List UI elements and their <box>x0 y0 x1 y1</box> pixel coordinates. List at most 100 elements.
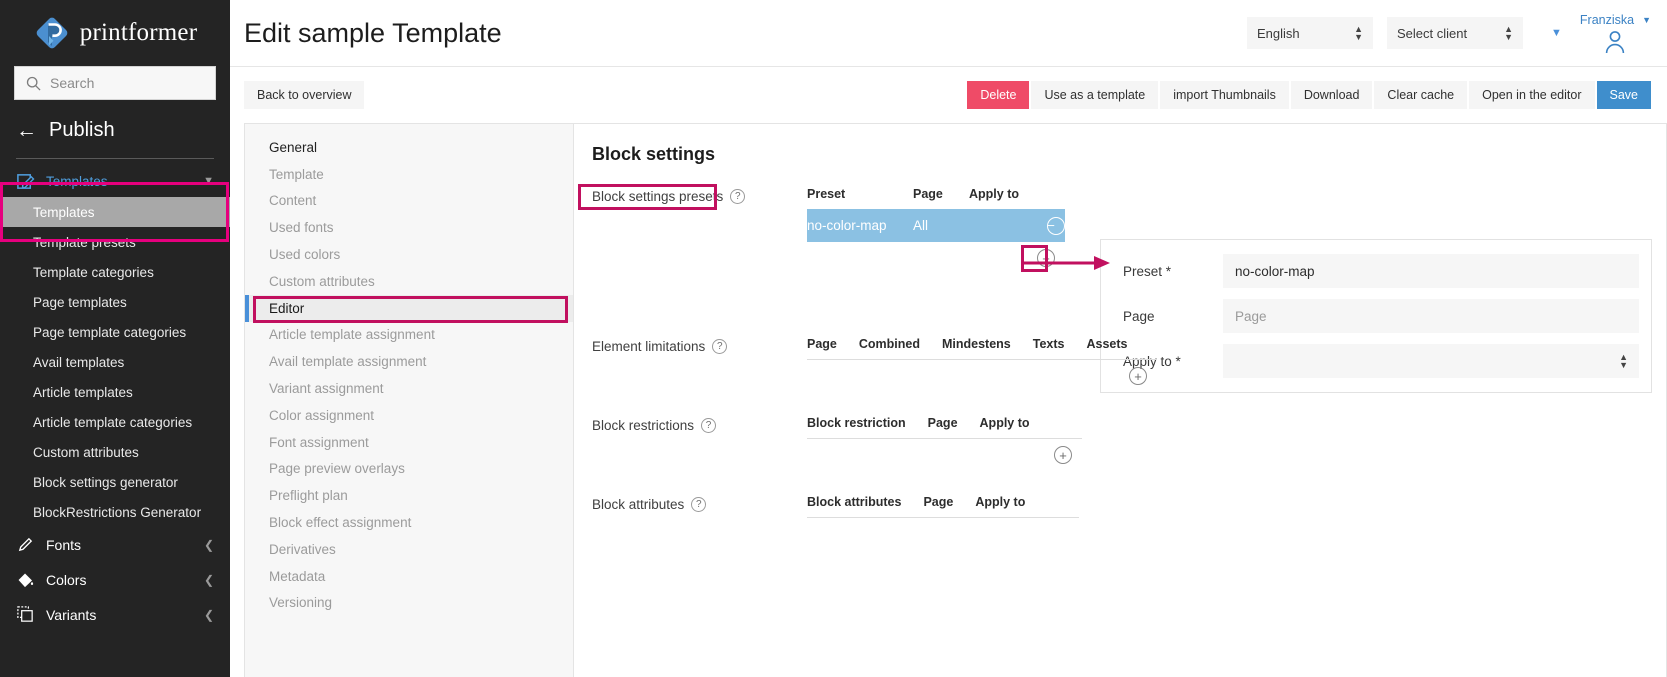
subnav-item-variant-assignment[interactable]: Variant assignment <box>245 375 573 402</box>
sidebar-group-templates[interactable]: Templates ▼ <box>0 165 230 197</box>
help-icon[interactable]: ? <box>691 497 707 512</box>
subnav-item-custom-attributes[interactable]: Custom attributes <box>245 268 573 295</box>
subnav-item-versioning[interactable]: Versioning <box>245 590 573 617</box>
sidebar-item-templates[interactable]: Templates <box>0 197 230 227</box>
subnav-item-editor[interactable]: Editor <box>245 294 573 322</box>
brand-name: printformer <box>79 19 198 46</box>
sidebar-item-colors[interactable]: Colors ❮ <box>0 562 230 597</box>
client-select[interactable]: Select client ▲ ▼ <box>1387 17 1523 49</box>
copy-frame-icon <box>16 605 35 624</box>
open-in-editor-button[interactable]: Open in the editor <box>1469 81 1595 109</box>
caret-down-icon[interactable]: ▼ <box>1551 27 1562 39</box>
el-col-assets: Assets <box>1086 337 1128 351</box>
search-input[interactable]: Search <box>14 66 216 100</box>
subnav-item-label: Custom attributes <box>269 273 375 289</box>
help-icon[interactable]: ? <box>730 189 746 204</box>
sidebar-item-blockrestrictions-generator[interactable]: BlockRestrictions Generator <box>0 497 230 527</box>
sidebar-item-label: Article templates <box>33 384 133 400</box>
element-limitations-table-header: Page Combined Mindestens Texts Assets <box>807 337 1157 359</box>
content-area: General Template Content Used fonts Used… <box>230 123 1667 677</box>
sidebar-item-template-categories[interactable]: Template categories <box>0 257 230 287</box>
sidebar-item-variants[interactable]: Variants ❮ <box>0 597 230 632</box>
chevron-down-icon[interactable]: ▼ <box>203 175 214 187</box>
download-button[interactable]: Download <box>1290 81 1373 109</box>
subnav-item-general[interactable]: General <box>245 134 573 161</box>
sidebar-item-label: Colors <box>46 571 87 588</box>
subnav-item-template[interactable]: Template <box>245 161 573 188</box>
user-menu[interactable]: Franziska ▼ <box>1580 13 1651 54</box>
publish-back-link[interactable]: ← Publish <box>0 100 230 154</box>
sidebar-item-label: Article template categories <box>33 414 193 430</box>
sidebar-item-page-template-categories[interactable]: Page template categories <box>0 317 230 347</box>
brand-logo[interactable]: printformer <box>0 0 230 66</box>
sidebar-item-article-templates[interactable]: Article templates <box>0 377 230 407</box>
subnav-item-avail-template-assignment[interactable]: Avail template assignment <box>245 348 573 375</box>
sidebar-item-template-presets[interactable]: Template presets <box>0 227 230 257</box>
subnav-item-label: Content <box>269 193 317 209</box>
page-field-input[interactable]: Page <box>1223 299 1639 333</box>
sidebar-item-fonts[interactable]: Fonts ❮ <box>0 527 230 562</box>
preset-field-label: Preset * <box>1123 263 1172 279</box>
main-area: Edit sample Template English ▲ ▼ Select c… <box>230 0 1667 677</box>
chevron-right-icon[interactable]: ❮ <box>204 573 214 587</box>
block-restrictions-add-row: + <box>807 439 1082 471</box>
select-arrows-icon: ▲ ▼ <box>1354 24 1363 42</box>
help-icon[interactable]: ? <box>701 418 717 433</box>
chevron-right-icon[interactable]: ❮ <box>204 538 214 552</box>
app-root: printformer Search ← Publish Templates ▼… <box>0 0 1667 677</box>
section-element-limitations: Element limitations ? Page Combined Mind… <box>592 337 1652 392</box>
subnav-item-metadata[interactable]: Metadata <box>245 563 573 590</box>
subnav-item-used-colors[interactable]: Used colors <box>245 241 573 268</box>
delete-button[interactable]: Delete <box>967 81 1030 109</box>
subnav-item-content[interactable]: Content <box>245 188 573 215</box>
action-toolbar: Back to overview Delete Use as a templat… <box>230 67 1667 123</box>
preset-row-page: All <box>913 218 929 233</box>
publish-label: Publish <box>49 119 115 141</box>
back-to-overview-button[interactable]: Back to overview <box>244 81 365 109</box>
subnav-item-article-template-assignment[interactable]: Article template assignment <box>245 322 573 349</box>
paint-bucket-icon <box>16 570 35 589</box>
sidebar-item-label: BlockRestrictions Generator <box>33 504 202 520</box>
import-thumbnails-button[interactable]: import Thumbnails <box>1160 81 1289 109</box>
clear-cache-button[interactable]: Clear cache <box>1374 81 1468 109</box>
minus-circle-icon[interactable]: − <box>1047 216 1065 235</box>
subnav-item-page-preview-overlays[interactable]: Page preview overlays <box>245 456 573 483</box>
block-attributes-rule <box>807 517 1079 518</box>
section-block-settings-presets: Block settings presets ? Preset Page App… <box>592 187 1652 393</box>
select-arrows-icon: ▲ ▼ <box>1504 24 1513 42</box>
user-avatar-icon <box>1602 28 1628 54</box>
subnav-item-font-assignment[interactable]: Font assignment <box>245 429 573 456</box>
presets-col-preset: Preset <box>807 187 846 201</box>
chevron-right-icon[interactable]: ❮ <box>204 608 214 622</box>
sidebar-item-page-templates[interactable]: Page templates <box>0 287 230 317</box>
help-icon[interactable]: ? <box>712 339 728 354</box>
preset-field-input[interactable]: no-color-map <box>1223 254 1639 288</box>
sidebar-item-avail-templates[interactable]: Avail templates <box>0 347 230 377</box>
language-select[interactable]: English ▲ ▼ <box>1247 17 1373 49</box>
subnav-item-label: Editor <box>269 300 305 316</box>
block-settings-presets-label: Block settings presets <box>592 189 724 204</box>
use-as-template-button[interactable]: Use as a template <box>1031 81 1159 109</box>
block-attributes-table-header: Block attributes Page Apply to <box>807 495 1079 517</box>
top-bar-right: English ▲ ▼ Select client ▲ ▼ ▼ Franziska … <box>1233 13 1667 54</box>
br-col-apply-to: Apply to <box>979 416 1030 430</box>
left-sidebar: printformer Search ← Publish Templates ▼… <box>0 0 230 677</box>
plus-circle-icon[interactable]: + <box>1129 367 1147 385</box>
sidebar-item-article-template-categories[interactable]: Article template categories <box>0 407 230 437</box>
subnav-item-color-assignment[interactable]: Color assignment <box>245 402 573 429</box>
plus-circle-icon[interactable]: + <box>1054 446 1072 464</box>
subnav-item-block-effect-assignment[interactable]: Block effect assignment <box>245 509 573 536</box>
caret-down-icon[interactable]: ▼ <box>1642 15 1651 25</box>
element-limitations-add-row: + <box>807 360 1157 392</box>
block-attributes-label: Block attributes <box>592 497 685 512</box>
ba-col-block-attributes: Block attributes <box>807 495 902 509</box>
subnav-item-label: Versioning <box>269 595 333 611</box>
sidebar-item-block-settings-generator[interactable]: Block settings generator <box>0 467 230 497</box>
sidebar-item-custom-attributes[interactable]: Custom attributes <box>0 437 230 467</box>
subnav-item-preflight-plan[interactable]: Preflight plan <box>245 482 573 509</box>
table-row[interactable]: no-color-map All − <box>807 209 1065 242</box>
presets-col-apply-to: Apply to <box>969 187 1019 201</box>
subnav-item-used-fonts[interactable]: Used fonts <box>245 214 573 241</box>
save-button[interactable]: Save <box>1596 81 1651 109</box>
subnav-item-derivatives[interactable]: Derivatives <box>245 536 573 563</box>
